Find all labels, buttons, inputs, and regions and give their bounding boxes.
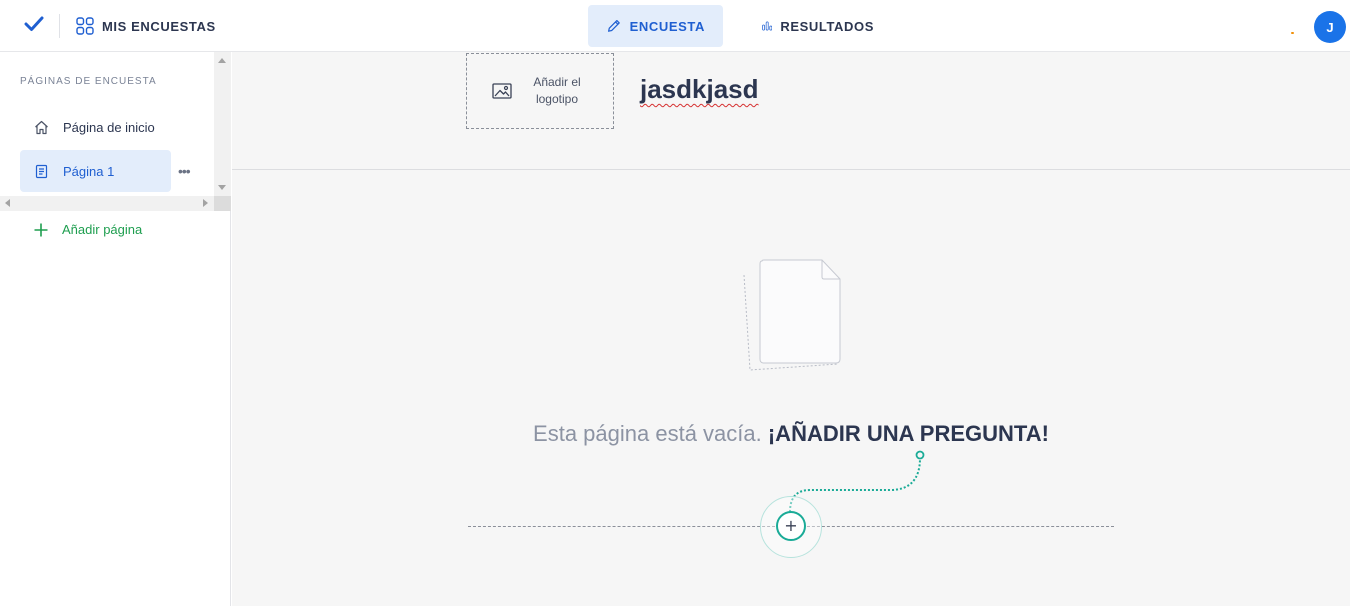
tab-encuesta[interactable]: ENCUESTA [588,5,723,47]
scroll-down-arrow-icon[interactable] [218,185,226,190]
my-surveys-button[interactable]: MIS ENCUESTAS [76,16,216,36]
scroll-right-arrow-icon[interactable] [203,199,208,207]
home-icon [35,120,48,134]
add-question-button[interactable]: + [776,511,806,541]
survey-header: Añadir el logotipo jasdkjasd [232,52,1350,170]
sidebar-item-label: Página 1 [63,163,115,179]
add-logo-button[interactable]: Añadir el logotipo [466,53,614,129]
sidebar-title: PÁGINAS DE ENCUESTA [20,76,157,87]
checkmark-icon[interactable] [24,14,44,34]
vertical-scrollbar[interactable] [214,52,231,196]
add-page-button[interactable]: Añadir página [34,222,142,237]
notification-dot [1291,32,1294,34]
tab-resultados-label: RESULTADOS [780,18,874,34]
sidebar-item-label: Página de inicio [63,119,155,135]
tab-encuesta-label: ENCUESTA [629,18,705,34]
empty-page-text: Esta página está vacía. [533,421,762,446]
tab-resultados[interactable]: RESULTADOS [744,5,892,47]
image-icon [492,83,512,99]
bar-chart-icon [762,21,773,31]
scrollbar-corner [214,196,231,211]
plus-icon: + [784,516,798,535]
sidebar-item-start-page[interactable]: Página de inicio [20,106,171,148]
page-options-button[interactable]: ••• [178,163,196,179]
page-icon [35,164,48,178]
avatar[interactable]: J [1314,11,1346,43]
add-page-label: Añadir página [62,222,143,237]
scroll-up-arrow-icon[interactable] [218,58,226,63]
grid-icon [76,17,94,35]
horizontal-scrollbar[interactable] [0,196,231,211]
add-question-link[interactable]: ¡AÑADIR UNA PREGUNTA! [768,421,1049,446]
survey-canvas: Añadir el logotipo jasdkjasd Esta página… [232,52,1350,606]
empty-page-icon [743,259,841,371]
sidebar: PÁGINAS DE ENCUESTA Página de inicio Pág… [0,52,231,606]
scroll-left-arrow-icon[interactable] [5,199,10,207]
my-surveys-label: MIS ENCUESTAS [102,18,216,34]
pencil-icon [608,19,620,32]
add-logo-label: Añadir el logotipo [533,75,581,106]
survey-title[interactable]: jasdkjasd [640,74,759,105]
top-bar: MIS ENCUESTAS ENCUESTA RESULTADOS J [0,0,1350,52]
sidebar-item-page-1[interactable]: Página 1 [20,150,171,192]
empty-page-message: Esta página está vacía. ¡AÑADIR UNA PREG… [232,421,1350,447]
plus-icon [34,223,48,236]
topbar-divider [59,14,60,38]
